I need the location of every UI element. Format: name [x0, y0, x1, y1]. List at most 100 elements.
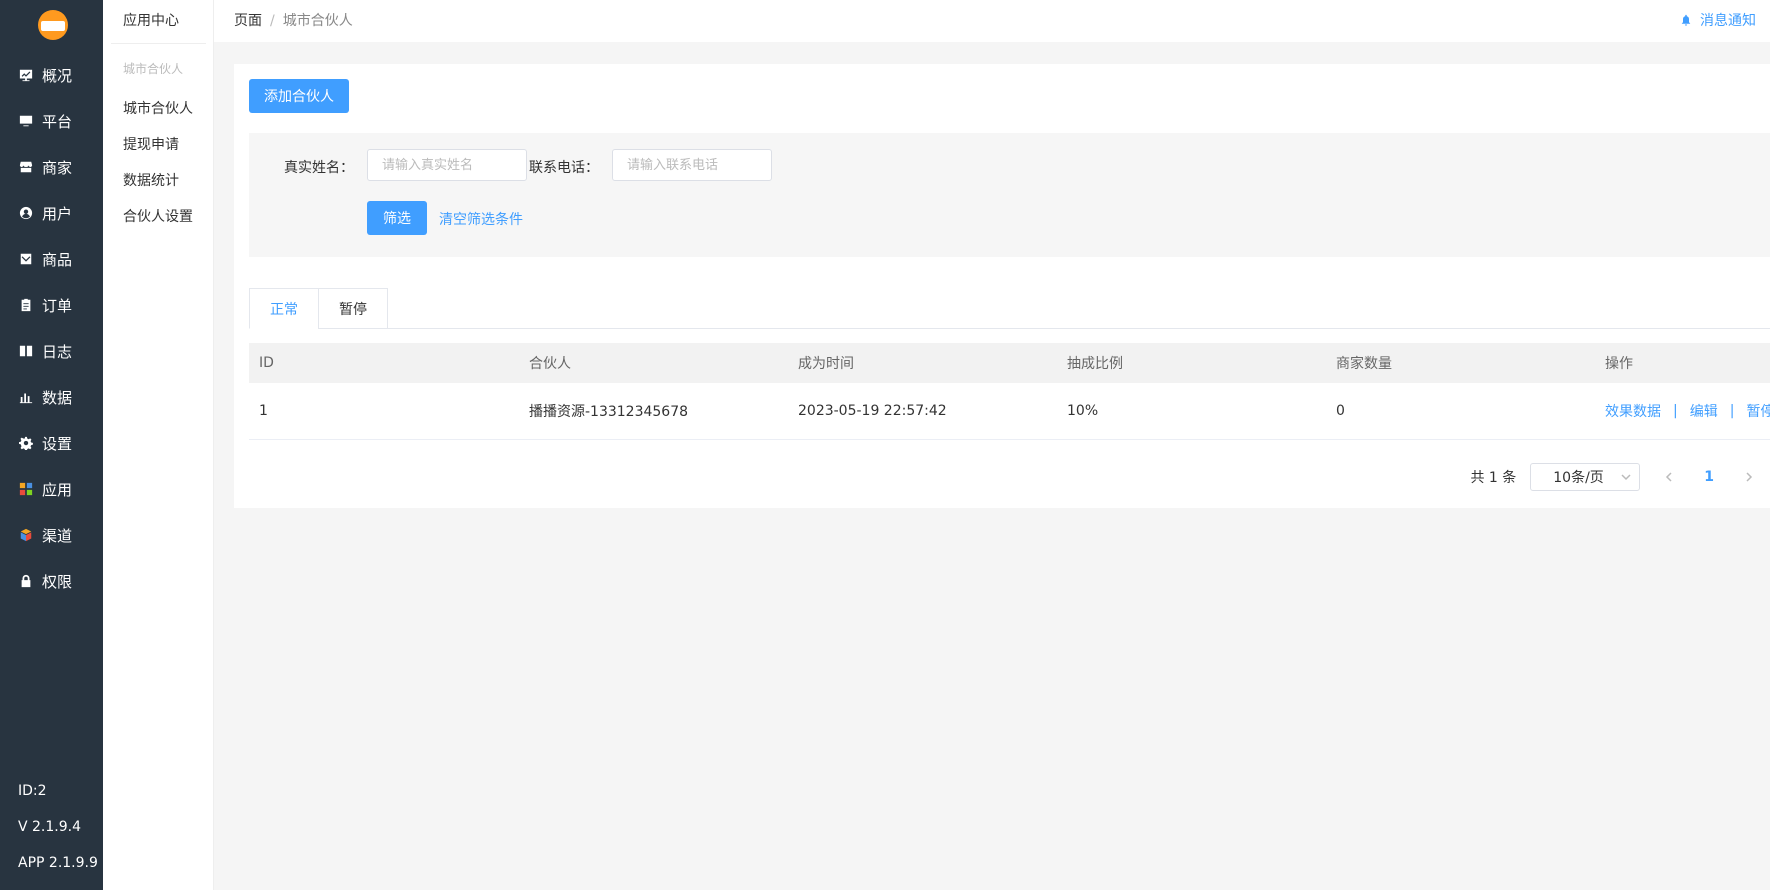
add-partner-button[interactable]: 添加合伙人 [249, 79, 349, 113]
notification-label: 消息通知 [1700, 13, 1756, 29]
breadcrumb: 页面 / 城市合伙人 [234, 10, 353, 30]
subnav-item-partner-settings[interactable]: 合伙人设置 [123, 206, 193, 226]
nav-item-permission[interactable]: 权限 [0, 558, 103, 604]
app-version: APP 2.1.9.9 [18, 855, 98, 871]
subnav-group-label: 城市合伙人 [123, 62, 184, 76]
top-bar: 页面 / 城市合伙人 消息通知 [214, 0, 1770, 42]
nav-item-label: 日志 [42, 342, 73, 361]
edit-link[interactable]: 编辑 [1690, 401, 1718, 421]
subnav-item-city-partner[interactable]: 城市合伙人 [123, 98, 193, 118]
breadcrumb-separator: / [270, 13, 275, 29]
cell-merchants: 0 [1336, 403, 1345, 419]
prev-page-button[interactable] [1662, 470, 1676, 484]
col-ratio: 抽成比例 [1067, 356, 1123, 372]
cell-joined: 2023-05-19 22:57:42 [798, 403, 947, 419]
gear-icon [18, 435, 34, 451]
store-icon [18, 159, 34, 175]
bar-chart-icon [18, 389, 34, 405]
logo-band [41, 21, 65, 31]
nav-item-apps[interactable]: 应用 [0, 466, 103, 512]
book-icon [18, 343, 34, 359]
nav-item-label: 设置 [42, 434, 73, 453]
tab-normal[interactable]: 正常 [249, 288, 319, 329]
subnav-divider [111, 43, 206, 44]
next-page-button[interactable] [1742, 470, 1756, 484]
page-size-select[interactable]: 10条/页 [1530, 463, 1641, 491]
pause-link[interactable]: 暂停 [1746, 401, 1770, 421]
page-number[interactable]: 1 [1704, 469, 1714, 485]
lock-icon [18, 573, 34, 589]
col-merchants: 商家数量 [1336, 356, 1392, 372]
table-header: ID 合伙人 成为时间 抽成比例 商家数量 操作 [249, 343, 1770, 383]
subnav-item-statistics[interactable]: 数据统计 [123, 170, 179, 190]
col-partner: 合伙人 [529, 356, 571, 372]
bell-icon [1681, 14, 1691, 26]
main-sidebar: 概况 平台 商家 用户 商品 订单 日志 数据 设置 应用 渠道 权限 ID:2… [0, 0, 103, 890]
real-name-label: 真实姓名： [284, 160, 354, 176]
subnav-item-withdraw[interactable]: 提现申请 [123, 134, 179, 154]
web-version: V 2.1.9.4 [18, 819, 82, 835]
nav-item-order[interactable]: 订单 [0, 282, 103, 328]
nav-item-merchant[interactable]: 商家 [0, 144, 103, 190]
cube-icon [18, 527, 34, 543]
partner-table: ID 合伙人 成为时间 抽成比例 商家数量 操作 1 播播资源-13312345… [249, 343, 1770, 440]
nav-item-label: 商家 [42, 158, 73, 177]
effect-data-link[interactable]: 效果数据 [1605, 401, 1661, 421]
cell-actions: 效果数据 | 编辑 | 暂停 [1605, 383, 1770, 439]
clear-filter-link[interactable]: 清空筛选条件 [439, 209, 523, 229]
col-joined: 成为时间 [798, 356, 854, 372]
nav-item-settings[interactable]: 设置 [0, 420, 103, 466]
pagination-total: 共 1 条 [1470, 470, 1517, 486]
desktop-icon [18, 113, 34, 129]
notification-link[interactable]: 消息通知 [1680, 10, 1756, 30]
col-actions: 操作 [1605, 356, 1633, 372]
nav-item-label: 权限 [42, 572, 73, 591]
col-id: ID [259, 355, 274, 371]
account-id: ID:2 [18, 783, 47, 799]
page-size-value: 10条/页 [1553, 470, 1604, 486]
phone-label: 联系电话： [529, 160, 599, 176]
chevron-right-icon [1746, 472, 1753, 482]
cell-id: 1 [259, 403, 268, 419]
action-separator: | [1729, 403, 1735, 419]
chevron-down-icon [1621, 474, 1631, 481]
table-row: 1 播播资源-13312345678 2023-05-19 22:57:42 1… [249, 383, 1770, 440]
nav-item-label: 概况 [42, 66, 73, 85]
nav-item-label: 渠道 [42, 526, 73, 545]
filter-panel: 真实姓名： 联系电话： 筛选 清空筛选条件 [249, 133, 1770, 257]
nav-item-label: 应用 [42, 480, 73, 499]
breadcrumb-current: 城市合伙人 [282, 13, 353, 29]
tab-paused[interactable]: 暂停 [318, 288, 388, 329]
goods-icon [18, 251, 34, 267]
pagination: 共 1 条 10条/页 1 [1470, 463, 1770, 491]
nav-item-label: 平台 [42, 112, 73, 131]
logo-ear [57, 11, 65, 19]
nav-item-data[interactable]: 数据 [0, 374, 103, 420]
sub-sidebar: 应用中心 城市合伙人 城市合伙人 提现申请 数据统计 合伙人设置 [103, 0, 214, 890]
nav-item-goods[interactable]: 商品 [0, 236, 103, 282]
nav-item-user[interactable]: 用户 [0, 190, 103, 236]
clipboard-icon [18, 297, 34, 313]
nav-item-log[interactable]: 日志 [0, 328, 103, 374]
user-icon [18, 205, 34, 221]
apps-grid-icon [18, 481, 34, 497]
nav-item-label: 用户 [42, 204, 73, 223]
phone-input[interactable] [612, 149, 772, 181]
chevron-left-icon [1666, 472, 1672, 482]
nav-item-channel[interactable]: 渠道 [0, 512, 103, 558]
action-separator: | [1673, 403, 1678, 419]
real-name-input[interactable] [367, 149, 527, 181]
monitor-chart-icon [18, 67, 34, 83]
logo-ear [41, 11, 49, 19]
breadcrumb-root[interactable]: 页面 [234, 13, 262, 29]
nav-item-overview[interactable]: 概况 [0, 52, 103, 98]
nav-item-label: 订单 [42, 296, 73, 315]
content-card: 添加合伙人 真实姓名： 联系电话： 筛选 清空筛选条件 正常 暂停 ID 合伙人… [234, 64, 1770, 508]
nav-item-label: 商品 [42, 250, 73, 269]
subnav-title: 应用中心 [123, 13, 179, 29]
main-nav: 概况 平台 商家 用户 商品 订单 日志 数据 设置 应用 渠道 权限 [0, 52, 103, 604]
nav-item-platform[interactable]: 平台 [0, 98, 103, 144]
logo[interactable] [38, 10, 68, 40]
filter-button[interactable]: 筛选 [367, 201, 427, 235]
nav-item-label: 数据 [42, 388, 73, 407]
